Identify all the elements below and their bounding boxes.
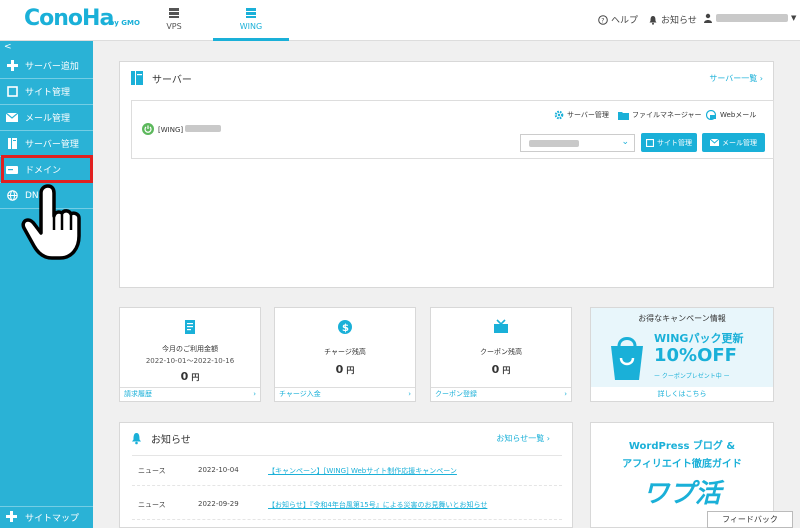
server-icon (246, 8, 256, 18)
chevron-right-icon: › (408, 390, 411, 398)
news-panel: お知らせ お知らせ一覧 › ニュース 2022-10-04 【キャンペーン】[W… (119, 422, 573, 528)
tab-vps-label: VPS (166, 22, 182, 31)
charge-value: 0円 (335, 363, 355, 376)
server-panel-header: サーバー サーバー一覧 › (120, 62, 773, 94)
server-name[interactable]: [WING] (158, 125, 222, 134)
usage-label: 今月のご利用金額 (162, 345, 218, 353)
billing-history-link[interactable]: 請求履歴 › (120, 387, 260, 401)
campaign-more-link[interactable]: 詳しくはこちら (591, 387, 773, 401)
coupon-value: 0円 (491, 363, 511, 376)
list-item[interactable]: ニュース 2022-10-04 【キャンペーン】[WING] Webサイト制作応… (138, 466, 457, 476)
server-list-link[interactable]: サーバー一覧 › (709, 73, 763, 84)
server-panel-title: サーバー (152, 74, 192, 86)
sitemap-link[interactable]: サイトマップ (0, 506, 93, 528)
question-icon: ? (598, 14, 608, 25)
server-select[interactable]: ⌄ (520, 134, 635, 152)
top-header: ConoHaby GMO VPS WING ? ヘルプ お知らせ ▼ (0, 0, 800, 41)
help-link[interactable]: ? ヘルプ (598, 13, 638, 26)
notice-link[interactable]: お知らせ (648, 13, 697, 26)
server-panel: サーバー サーバー一覧 › [WING] サーバー管理 ファイルマネージャー W… (119, 61, 774, 288)
sitemap-icon (6, 510, 17, 525)
coupon-card: クーポン残高 0円 クーポン登録 › (430, 307, 572, 402)
campaign-line3: ー クーポンプレゼント中 ー (654, 373, 730, 380)
pointing-hand-icon (21, 184, 81, 260)
dollar-coin-icon: $ (338, 320, 352, 334)
globe-icon (6, 190, 18, 202)
power-icon (142, 123, 154, 135)
charge-label: チャージ残高 (324, 348, 366, 356)
plus-icon (6, 60, 18, 72)
campaign-heading: お得なキャンペーン情報 (638, 314, 726, 323)
mail-manage-button[interactable]: メール管理 (702, 133, 765, 152)
svg-text:$: $ (342, 323, 349, 334)
file-manager-tool[interactable]: ファイルマネージャー (618, 110, 702, 120)
sidebar-item-site-manage[interactable]: サイト管理 (0, 79, 93, 105)
bell-icon (649, 15, 657, 25)
chevron-down-icon: ⌄ (621, 137, 629, 147)
bell-icon (132, 432, 141, 444)
news-list-link[interactable]: お知らせ一覧 › (496, 433, 550, 444)
server-icon (131, 71, 143, 85)
coupon-icon (494, 319, 508, 333)
chevron-down-icon: ▼ (791, 14, 797, 22)
sidebar-item-label: サイト管理 (25, 88, 71, 98)
news-panel-title: お知らせ (151, 434, 191, 446)
coupon-label: クーポン残高 (480, 348, 522, 356)
envelope-icon (6, 112, 18, 124)
wp-banner-line2: アフィリエイト徹底ガイド (622, 459, 742, 470)
server-icon (6, 138, 18, 150)
gear-icon (554, 110, 564, 120)
news-panel-header: お知らせ お知らせ一覧 › (120, 423, 572, 453)
usage-date-range: 2022-10-01〜2022-10-16 (145, 357, 235, 365)
sidebar-item-add-server[interactable]: サーバー追加 (0, 53, 93, 79)
sidebar-item-label: サーバー追加 (25, 62, 79, 72)
domain-highlight-box (1, 155, 93, 183)
wp-banner-line1: WordPress ブログ & (628, 441, 736, 452)
tab-wing[interactable]: WING (213, 0, 289, 41)
charge-deposit-link[interactable]: チャージ入金 › (275, 387, 415, 401)
user-icon (704, 13, 712, 23)
coupon-register-link[interactable]: クーポン登録 › (431, 387, 571, 401)
site-manage-button[interactable]: サイト管理 (641, 133, 697, 152)
server-row: [WING] サーバー管理 ファイルマネージャー Webメール ⌄ サイト管理 … (131, 100, 774, 159)
server-manage-tool[interactable]: サーバー管理 (554, 110, 609, 120)
folder-icon (618, 111, 629, 120)
sidebar-item-label: サーバー管理 (25, 140, 79, 150)
chevron-right-icon: › (253, 390, 256, 398)
user-name-masked (716, 14, 788, 22)
window-icon (646, 138, 654, 147)
sidebar-item-server-manage[interactable]: サーバー管理 (0, 131, 93, 157)
wp-banner-logo: ワプ活 (642, 479, 721, 509)
envelope-icon (710, 139, 719, 146)
webmail-tool[interactable]: Webメール (706, 110, 756, 120)
campaign-banner[interactable]: お得なキャンペーン情報 WINGパック更新 10%OFF ー クーポンプレゼント… (590, 307, 774, 402)
usage-value: 0円 (180, 370, 200, 383)
shopping-bag-icon (611, 337, 643, 380)
user-menu[interactable]: ▼ (703, 13, 796, 23)
charge-card: $ チャージ残高 0円 チャージ入金 › (274, 307, 416, 402)
tab-vps[interactable]: VPS (136, 0, 212, 41)
sidebar: < サーバー追加 サイト管理 メール管理 サーバー管理 ドメイン DNS サイト… (0, 41, 93, 528)
invoice-icon (185, 320, 195, 334)
svg-text:?: ? (601, 17, 604, 24)
feedback-button[interactable]: フィードバック (707, 511, 793, 528)
webmail-icon (706, 110, 717, 120)
campaign-discount: 10%OFF (654, 345, 737, 366)
server-icon (169, 8, 179, 18)
tab-wing-label: WING (239, 22, 263, 31)
campaign-line1: WINGパック更新 (654, 332, 744, 345)
conoha-logo[interactable]: ConoHaby GMO (24, 6, 140, 31)
sidebar-item-mail-manage[interactable]: メール管理 (0, 105, 93, 131)
usage-card: 今月のご利用金額 2022-10-01〜2022-10-16 0円 請求履歴 › (119, 307, 261, 402)
chevron-right-icon: › (564, 390, 567, 398)
list-item[interactable]: ニュース 2022-09-29 【お知らせ】『令和4年台風第15号』による災害の… (138, 500, 487, 510)
collapse-sidebar-button[interactable]: < (4, 42, 12, 52)
sidebar-item-label: メール管理 (25, 114, 71, 124)
window-icon (6, 86, 18, 98)
